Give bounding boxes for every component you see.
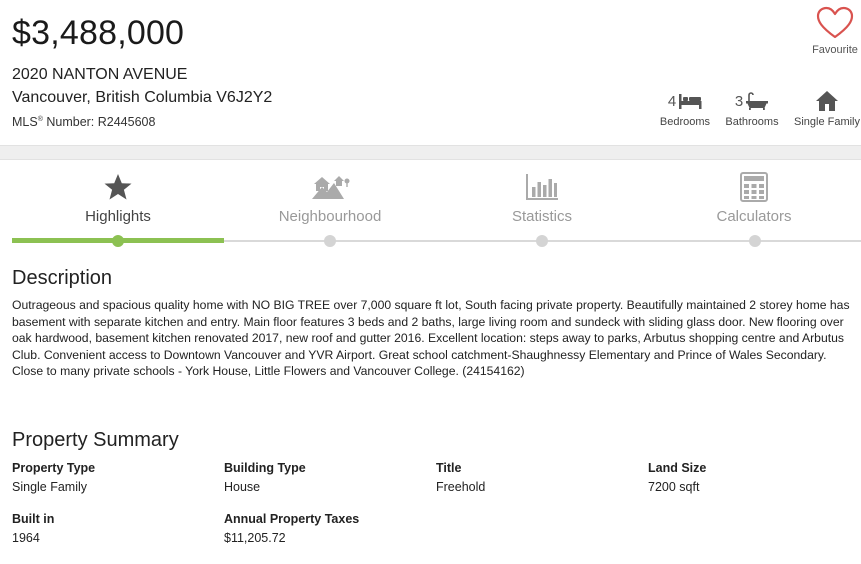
tab-calculators-label: Calculators [716,208,792,225]
summary-value: House [224,480,261,494]
bedrooms-feature: 4 Bedrooms [656,88,714,129]
section-divider [0,145,861,160]
bathrooms-label: Bathrooms [725,116,779,128]
summary-title: Title Freehold [436,461,641,494]
tab-calculators[interactable]: Calculators [648,170,860,225]
property-type-label: Single Family [793,116,861,128]
summary-building-type: Building Type House [224,461,429,494]
bedrooms-count: 4 [667,92,677,110]
summary-key: Annual Property Taxes [224,512,360,526]
tab-statistics-label: Statistics [511,208,572,225]
summary-value: $11,205.72 [224,531,286,545]
calculator-icon [740,172,768,202]
summary-built-in: Built in 1964 [12,512,217,545]
property-summary-heading: Property Summary [12,429,179,451]
bedrooms-label: Bedrooms [659,116,711,128]
tab-dot-statistics[interactable] [536,235,548,247]
tab-neighbourhood[interactable]: Neighbourhood [224,170,436,225]
tab-statistics[interactable]: Statistics [436,170,648,225]
tab-dot-highlights[interactable] [112,235,124,247]
listing-price: $3,488,000 [12,14,185,52]
mls-number: MLS® Number: R2445608 [12,115,155,129]
house-icon [816,91,838,111]
heart-outline-icon [816,6,854,39]
tab-dot-neighbourhood[interactable] [324,235,336,247]
address-street: 2020 NANTON AVENUE [12,66,188,83]
summary-land-size: Land Size 7200 sqft [648,461,853,494]
bed-icon [679,94,702,109]
property-type-feature: Single Family [792,88,861,128]
summary-value: 1964 [12,531,40,545]
summary-annual-taxes: Annual Property Taxes $11,205.72 [224,512,429,545]
mls-number-value: Number: R2445608 [42,115,156,129]
tab-highlights[interactable]: Highlights [12,170,224,225]
bathrooms-count: 3 [734,92,744,110]
favourite-button[interactable]: Favourite [806,6,861,56]
bar-chart-icon [526,174,558,200]
tab-neighbourhood-label: Neighbourhood [278,208,382,225]
bathrooms-feature: 3 Bathrooms [722,88,782,128]
summary-key: Property Type [12,461,96,475]
summary-value: Single Family [12,480,88,494]
star-icon [104,174,132,200]
tab-highlights-label: Highlights [85,208,151,225]
tab-dot-calculators[interactable] [749,235,761,247]
summary-key: Land Size [648,461,707,475]
bathtub-icon [746,92,769,110]
summary-key: Built in [12,512,55,526]
description-heading: Description [12,267,113,289]
summary-key: Building Type [224,461,306,475]
address-city: Vancouver, British Columbia V6J2Y2 [12,89,273,106]
neighbourhood-icon [312,176,350,199]
summary-value: 7200 sqft [648,480,700,494]
summary-key: Title [436,461,462,475]
favourite-label: Favourite [812,44,858,56]
summary-value: Freehold [436,480,486,494]
mls-label: MLS [12,115,38,129]
summary-property-type: Property Type Single Family [12,461,217,494]
description-text: Outrageous and spacious quality home wit… [12,298,850,379]
